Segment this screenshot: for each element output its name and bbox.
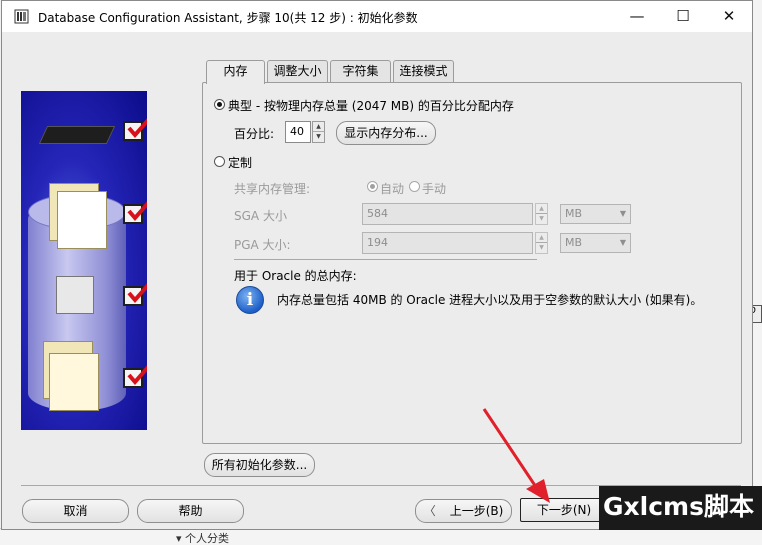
all-init-params-button[interactable]: 所有初始化参数... [204,453,315,477]
custom-label: 定制 [228,156,253,170]
manual-label: 手动 [422,182,447,196]
shapes-icon [56,276,94,314]
memory-chip-icon [38,126,116,144]
title-bar: Database Configuration Assistant, 步骤 10(… [2,1,752,32]
tab-memory[interactable]: 内存 [206,60,265,84]
checkmark-icon [123,201,147,224]
spin-up-icon[interactable]: ▲ [536,233,547,243]
minimize-button[interactable]: — [614,1,660,32]
spin-down-icon[interactable]: ▼ [536,243,547,253]
memory-divider [234,259,537,260]
dropdown-arrow-icon: ▼ [619,238,626,247]
spin-down-icon[interactable]: ▼ [313,132,324,142]
shared-memory-label: 共享内存管理: [234,182,311,196]
background-app-bottom-bar [0,528,762,545]
dbca-dialog: Database Configuration Assistant, 步骤 10(… [1,0,753,530]
app-icon [14,9,29,24]
memory-tab-panel [202,82,742,444]
pga-size-label: PGA 大小: [234,238,291,252]
checkmark-icon [123,283,147,306]
memory-info-text: 内存总量包括 40MB 的 Oracle 进程大小以及用于空参数的默认大小 (如… [277,293,703,307]
help-button[interactable]: 帮助 [137,499,244,523]
spin-up-icon[interactable]: ▲ [536,204,547,214]
sga-unit-select[interactable]: MB ▼ [560,204,631,224]
wizard-graphic [21,91,147,430]
custom-radio[interactable] [214,156,225,167]
background-category-text: ▾ 个人分类 [176,532,230,545]
auto-radio[interactable] [367,181,378,192]
typical-label: 典型 - 按物理内存总量 (2047 MB) 的百分比分配内存 [228,99,514,113]
maximize-button[interactable]: ☐ [660,1,706,32]
tab-character-set[interactable]: 字符集 [330,60,391,83]
percent-stepper[interactable]: ▲ ▼ [312,121,325,143]
sga-size-input[interactable]: 584 [362,203,533,225]
tab-sizing[interactable]: 调整大小 [267,60,328,83]
show-memory-distribution-button[interactable]: 显示内存分布... [336,121,436,145]
typical-radio[interactable] [214,99,225,110]
window-title: Database Configuration Assistant, 步骤 10(… [38,11,418,25]
checkmark-icon [123,365,147,388]
close-button[interactable]: ✕ [706,1,752,32]
percent-label: 百分比: [234,127,275,141]
checkmark-icon [123,118,147,141]
auto-label: 自动 [380,182,405,196]
dropdown-arrow-icon: ▼ [619,209,626,218]
pga-size-input[interactable]: 194 [362,232,533,254]
back-arrow-icon: 〈 [423,504,436,518]
sga-unit-value: MB [565,207,583,220]
sga-stepper[interactable]: ▲ ▼ [535,203,548,225]
spin-up-icon[interactable]: ▲ [313,122,324,132]
percent-input[interactable]: 40 [285,121,311,143]
help-document-icon [49,353,99,411]
annotation-arrow-icon [482,408,550,503]
watermark-logo: Gxlcms脚本 [599,486,762,530]
sga-size-label: SGA 大小 [234,209,287,223]
spin-down-icon[interactable]: ▼ [536,214,547,224]
pga-stepper[interactable]: ▲ ▼ [535,232,548,254]
total-memory-label: 用于 Oracle 的总内存: [234,269,357,283]
pga-unit-value: MB [565,236,583,249]
pga-unit-select[interactable]: MB ▼ [560,233,631,253]
cancel-button[interactable]: 取消 [22,499,129,523]
tab-connection-mode[interactable]: 连接模式 [393,60,454,83]
background-app-right-edge [752,0,762,545]
info-icon: i [236,286,264,314]
document-icon [57,191,107,249]
manual-radio[interactable] [409,181,420,192]
back-button-label: 上一步(B) [449,504,504,518]
